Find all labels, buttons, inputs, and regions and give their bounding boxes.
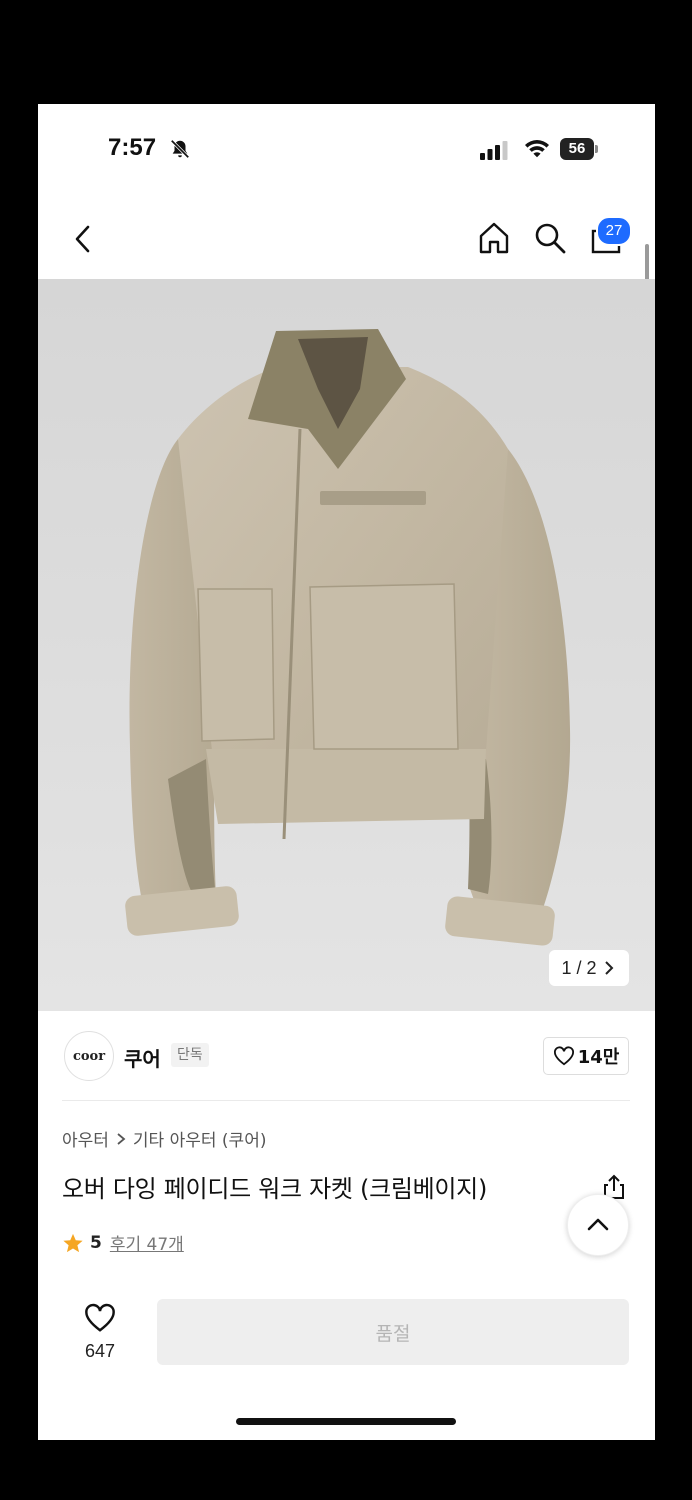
status-bar: 7:57 56 (38, 104, 655, 194)
brand-like-button[interactable]: 14만 (543, 1037, 629, 1075)
cart-count-badge: 27 (596, 216, 632, 246)
heart-icon (85, 1303, 115, 1332)
image-counter[interactable]: 1 / 2 (549, 950, 629, 986)
breadcrumb-item[interactable]: 기타 아우터 (쿠어) (133, 1126, 267, 1151)
battery-level: 56 (568, 140, 586, 157)
scroll-to-top-button[interactable] (567, 1194, 629, 1256)
rating-row: 5 후기 47개 (62, 1230, 184, 1255)
home-icon[interactable] (476, 220, 512, 256)
exclusive-badge: 단독 (171, 1043, 209, 1067)
phone-screen: 7:57 56 27 1 / 2 coor 쿠어 단독 14만 아우터 기타 아… (38, 104, 655, 1440)
product-title: 오버 다잉 페이디드 워크 자켓 (크림베이지) (62, 1175, 488, 1203)
brand-logo[interactable]: coor (64, 1031, 114, 1081)
wifi-icon (525, 140, 549, 158)
signal-icon (480, 141, 508, 160)
review-link[interactable]: 후기 47개 (110, 1230, 184, 1255)
wishlist-count: 647 (84, 1341, 116, 1361)
bell-slash-icon (170, 139, 190, 159)
brand-like-count: 14만 (577, 1047, 620, 1068)
back-icon[interactable] (68, 222, 98, 256)
product-image-carousel[interactable]: 1 / 2 (38, 279, 655, 1011)
image-counter-text: 1 / 2 (561, 957, 597, 978)
star-icon (63, 1233, 83, 1252)
divider (62, 1100, 630, 1101)
rating-score: 5 (90, 1232, 102, 1253)
status-time: 7:57 (108, 134, 157, 161)
chevron-right-icon (604, 961, 613, 975)
wishlist-button[interactable]: 647 (78, 1303, 122, 1373)
heart-icon (553, 1046, 574, 1066)
search-icon[interactable] (532, 220, 568, 256)
sold-out-button[interactable]: 품절 (157, 1299, 629, 1365)
brand-row: coor 쿠어 단독 14만 (38, 1011, 655, 1101)
home-indicator[interactable] (236, 1418, 456, 1425)
breadcrumb: 아우터 기타 아우터 (쿠어) (62, 1126, 266, 1151)
top-nav (38, 204, 655, 274)
chevron-up-icon (587, 1218, 609, 1231)
brand-name[interactable]: 쿠어 (124, 1043, 161, 1072)
product-image (125, 329, 571, 946)
battery-icon: 56 (560, 138, 598, 160)
bottom-action-bar: 647 품절 (38, 1289, 655, 1389)
breadcrumb-item[interactable]: 아우터 (62, 1126, 109, 1151)
chevron-right-icon (117, 1132, 126, 1145)
